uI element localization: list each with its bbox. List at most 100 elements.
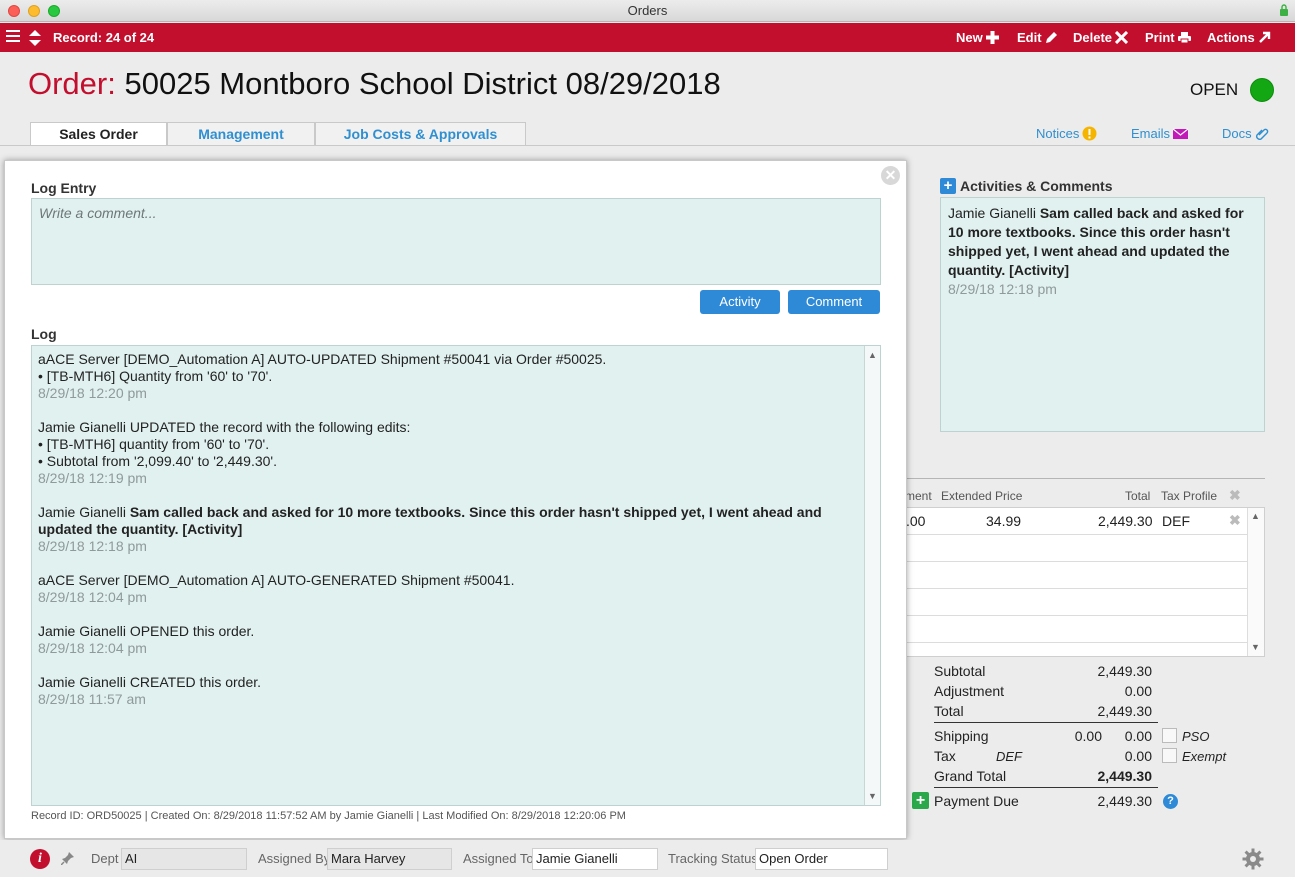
table-row[interactable] bbox=[906, 589, 1248, 616]
log-time: 8/29/18 12:04 pm bbox=[38, 589, 147, 605]
log-item: Jamie Gianelli Sam called back and asked… bbox=[38, 504, 858, 555]
log-author: Jamie Gianelli bbox=[38, 504, 126, 520]
payment-due-value: 2,449.30 bbox=[1097, 793, 1153, 809]
actions-button[interactable]: Actions bbox=[1207, 23, 1271, 52]
column-adjustment[interactable]: ment bbox=[905, 489, 932, 503]
new-button[interactable]: New bbox=[956, 23, 999, 52]
tab-divider bbox=[0, 145, 1295, 146]
page-title: Order: 50025 Montboro School District 08… bbox=[28, 66, 721, 102]
cell-extended-price: 34.99 bbox=[986, 513, 1022, 529]
clear-column-icon[interactable]: ✖ bbox=[1229, 487, 1241, 504]
activities-header: + Activities & Comments bbox=[940, 178, 1112, 194]
tab-job-costs-approvals[interactable]: Job Costs & Approvals bbox=[315, 122, 526, 145]
notices-label: Notices bbox=[1036, 126, 1080, 141]
line-items-table: .00 34.99 2,449.30 DEF ✖ ▲ ▼ bbox=[905, 507, 1265, 657]
adjustment-label: Adjustment bbox=[934, 683, 1005, 699]
log-entry-input[interactable]: Write a comment... bbox=[31, 198, 881, 285]
remove-row-icon[interactable]: ✖ bbox=[1229, 512, 1241, 529]
scroll-up-icon[interactable]: ▲ bbox=[1251, 511, 1260, 521]
tracking-status-field[interactable]: Open Order bbox=[755, 848, 888, 870]
close-window-button[interactable] bbox=[8, 5, 20, 17]
log-line: Jamie Gianelli Sam called back and asked… bbox=[38, 504, 858, 538]
print-button[interactable]: Print bbox=[1145, 23, 1191, 52]
tax-value: 0.00 bbox=[1124, 748, 1152, 764]
assigned-by-field[interactable]: Mara Harvey bbox=[327, 848, 452, 870]
warning-icon bbox=[1082, 126, 1097, 141]
shipping-cost[interactable]: 0.00 bbox=[1050, 728, 1102, 744]
log-comment: Sam called back and asked for 10 more te… bbox=[38, 504, 822, 537]
delete-button[interactable]: Delete bbox=[1073, 23, 1129, 52]
tracking-status-label: Tracking Status bbox=[668, 851, 758, 866]
emails-label: Emails bbox=[1131, 126, 1171, 141]
pso-checkbox[interactable] bbox=[1162, 728, 1177, 743]
log-time: 8/29/18 12:19 pm bbox=[38, 470, 147, 486]
minimize-window-button[interactable] bbox=[28, 5, 40, 17]
line-items-scrollbar[interactable]: ▲ ▼ bbox=[1247, 508, 1264, 656]
exempt-checkbox[interactable] bbox=[1162, 748, 1177, 763]
menu-icon[interactable] bbox=[6, 30, 20, 44]
record-counter: Record: 24 of 24 bbox=[53, 30, 155, 45]
log-label: Log bbox=[31, 326, 57, 342]
shipping-label: Shipping bbox=[934, 728, 989, 744]
log-item: Jamie Gianelli OPENED this order. 8/29/1… bbox=[38, 623, 858, 657]
log-scrollbar[interactable]: ▲ ▼ bbox=[864, 346, 880, 805]
table-row[interactable]: .00 34.99 2,449.30 DEF ✖ bbox=[906, 508, 1248, 535]
log-line: • [TB-MTH6] quantity from '60' to '70'. bbox=[38, 436, 270, 452]
dept-label: Dept bbox=[91, 851, 119, 866]
tab-sales-order[interactable]: Sales Order bbox=[30, 122, 167, 145]
table-row[interactable] bbox=[906, 535, 1248, 562]
actions-label: Actions bbox=[1207, 30, 1255, 45]
docs-link[interactable]: Docs bbox=[1222, 126, 1269, 141]
status-label: OPEN bbox=[1190, 80, 1239, 99]
new-label: New bbox=[956, 30, 983, 45]
scroll-down-icon[interactable]: ▼ bbox=[1251, 642, 1260, 652]
table-row[interactable] bbox=[906, 562, 1248, 589]
table-row[interactable] bbox=[906, 616, 1248, 643]
line-items-divider bbox=[905, 478, 1265, 479]
column-total[interactable]: Total bbox=[1125, 489, 1150, 503]
grand-total-value: 2,449.30 bbox=[1097, 768, 1153, 784]
log-time: 8/29/18 12:04 pm bbox=[38, 640, 147, 656]
log-line: Jamie Gianelli OPENED this order. bbox=[38, 623, 255, 639]
lock-icon bbox=[1280, 4, 1288, 16]
edit-label: Edit bbox=[1017, 30, 1042, 45]
log-line: Jamie Gianelli UPDATED the record with t… bbox=[38, 419, 411, 435]
scroll-up-icon[interactable]: ▲ bbox=[868, 350, 877, 360]
activity-button[interactable]: Activity bbox=[700, 290, 780, 314]
tab-management[interactable]: Management bbox=[167, 122, 315, 145]
log-line: aACE Server [DEMO_Automation A] AUTO-GEN… bbox=[38, 572, 515, 588]
activities-title: Activities & Comments bbox=[960, 178, 1113, 194]
assigned-to-field[interactable]: Jamie Gianelli bbox=[532, 848, 658, 870]
column-tax-profile[interactable]: Tax Profile bbox=[1161, 489, 1217, 503]
add-activity-button[interactable]: + bbox=[940, 178, 956, 194]
pencil-icon bbox=[1045, 32, 1057, 43]
info-icon[interactable]: i bbox=[30, 849, 50, 869]
arrow-upright-icon bbox=[1258, 31, 1270, 43]
log-item: Jamie Gianelli UPDATED the record with t… bbox=[38, 419, 858, 487]
tab-bar: Sales Order Management Job Costs & Appro… bbox=[30, 122, 526, 145]
window-titlebar: Orders bbox=[0, 0, 1295, 22]
emails-link[interactable]: Emails bbox=[1131, 126, 1189, 141]
envelope-icon bbox=[1173, 128, 1189, 139]
subtotal-value: 2,449.30 bbox=[1097, 663, 1153, 679]
help-icon[interactable]: ? bbox=[1163, 794, 1178, 809]
scroll-down-icon[interactable]: ▼ bbox=[868, 791, 877, 801]
notices-link[interactable]: Notices bbox=[1036, 126, 1097, 141]
activity-time: 8/29/18 12:18 pm bbox=[948, 281, 1057, 297]
adjustment-value[interactable]: 0.00 bbox=[1050, 683, 1152, 699]
add-payment-button[interactable]: + bbox=[912, 792, 929, 809]
log-item: Jamie Gianelli CREATED this order. 8/29/… bbox=[38, 674, 858, 708]
pin-icon[interactable] bbox=[61, 851, 75, 865]
edit-button[interactable]: Edit bbox=[1017, 23, 1058, 52]
dept-field[interactable]: AI bbox=[121, 848, 247, 870]
close-popup-button[interactable]: ✕ bbox=[881, 166, 900, 185]
zoom-window-button[interactable] bbox=[48, 5, 60, 17]
page-title-label: Order: bbox=[28, 66, 116, 101]
column-extended-price[interactable]: Extended Price bbox=[941, 489, 1022, 503]
comment-button[interactable]: Comment bbox=[788, 290, 880, 314]
record-metadata: Record ID: ORD50025 | Created On: 8/29/2… bbox=[31, 810, 626, 822]
record-navigate-icon[interactable] bbox=[28, 28, 42, 48]
tax-profile-value: DEF bbox=[996, 749, 1022, 764]
gear-icon[interactable] bbox=[1242, 848, 1264, 870]
total-label: Total bbox=[934, 703, 964, 719]
